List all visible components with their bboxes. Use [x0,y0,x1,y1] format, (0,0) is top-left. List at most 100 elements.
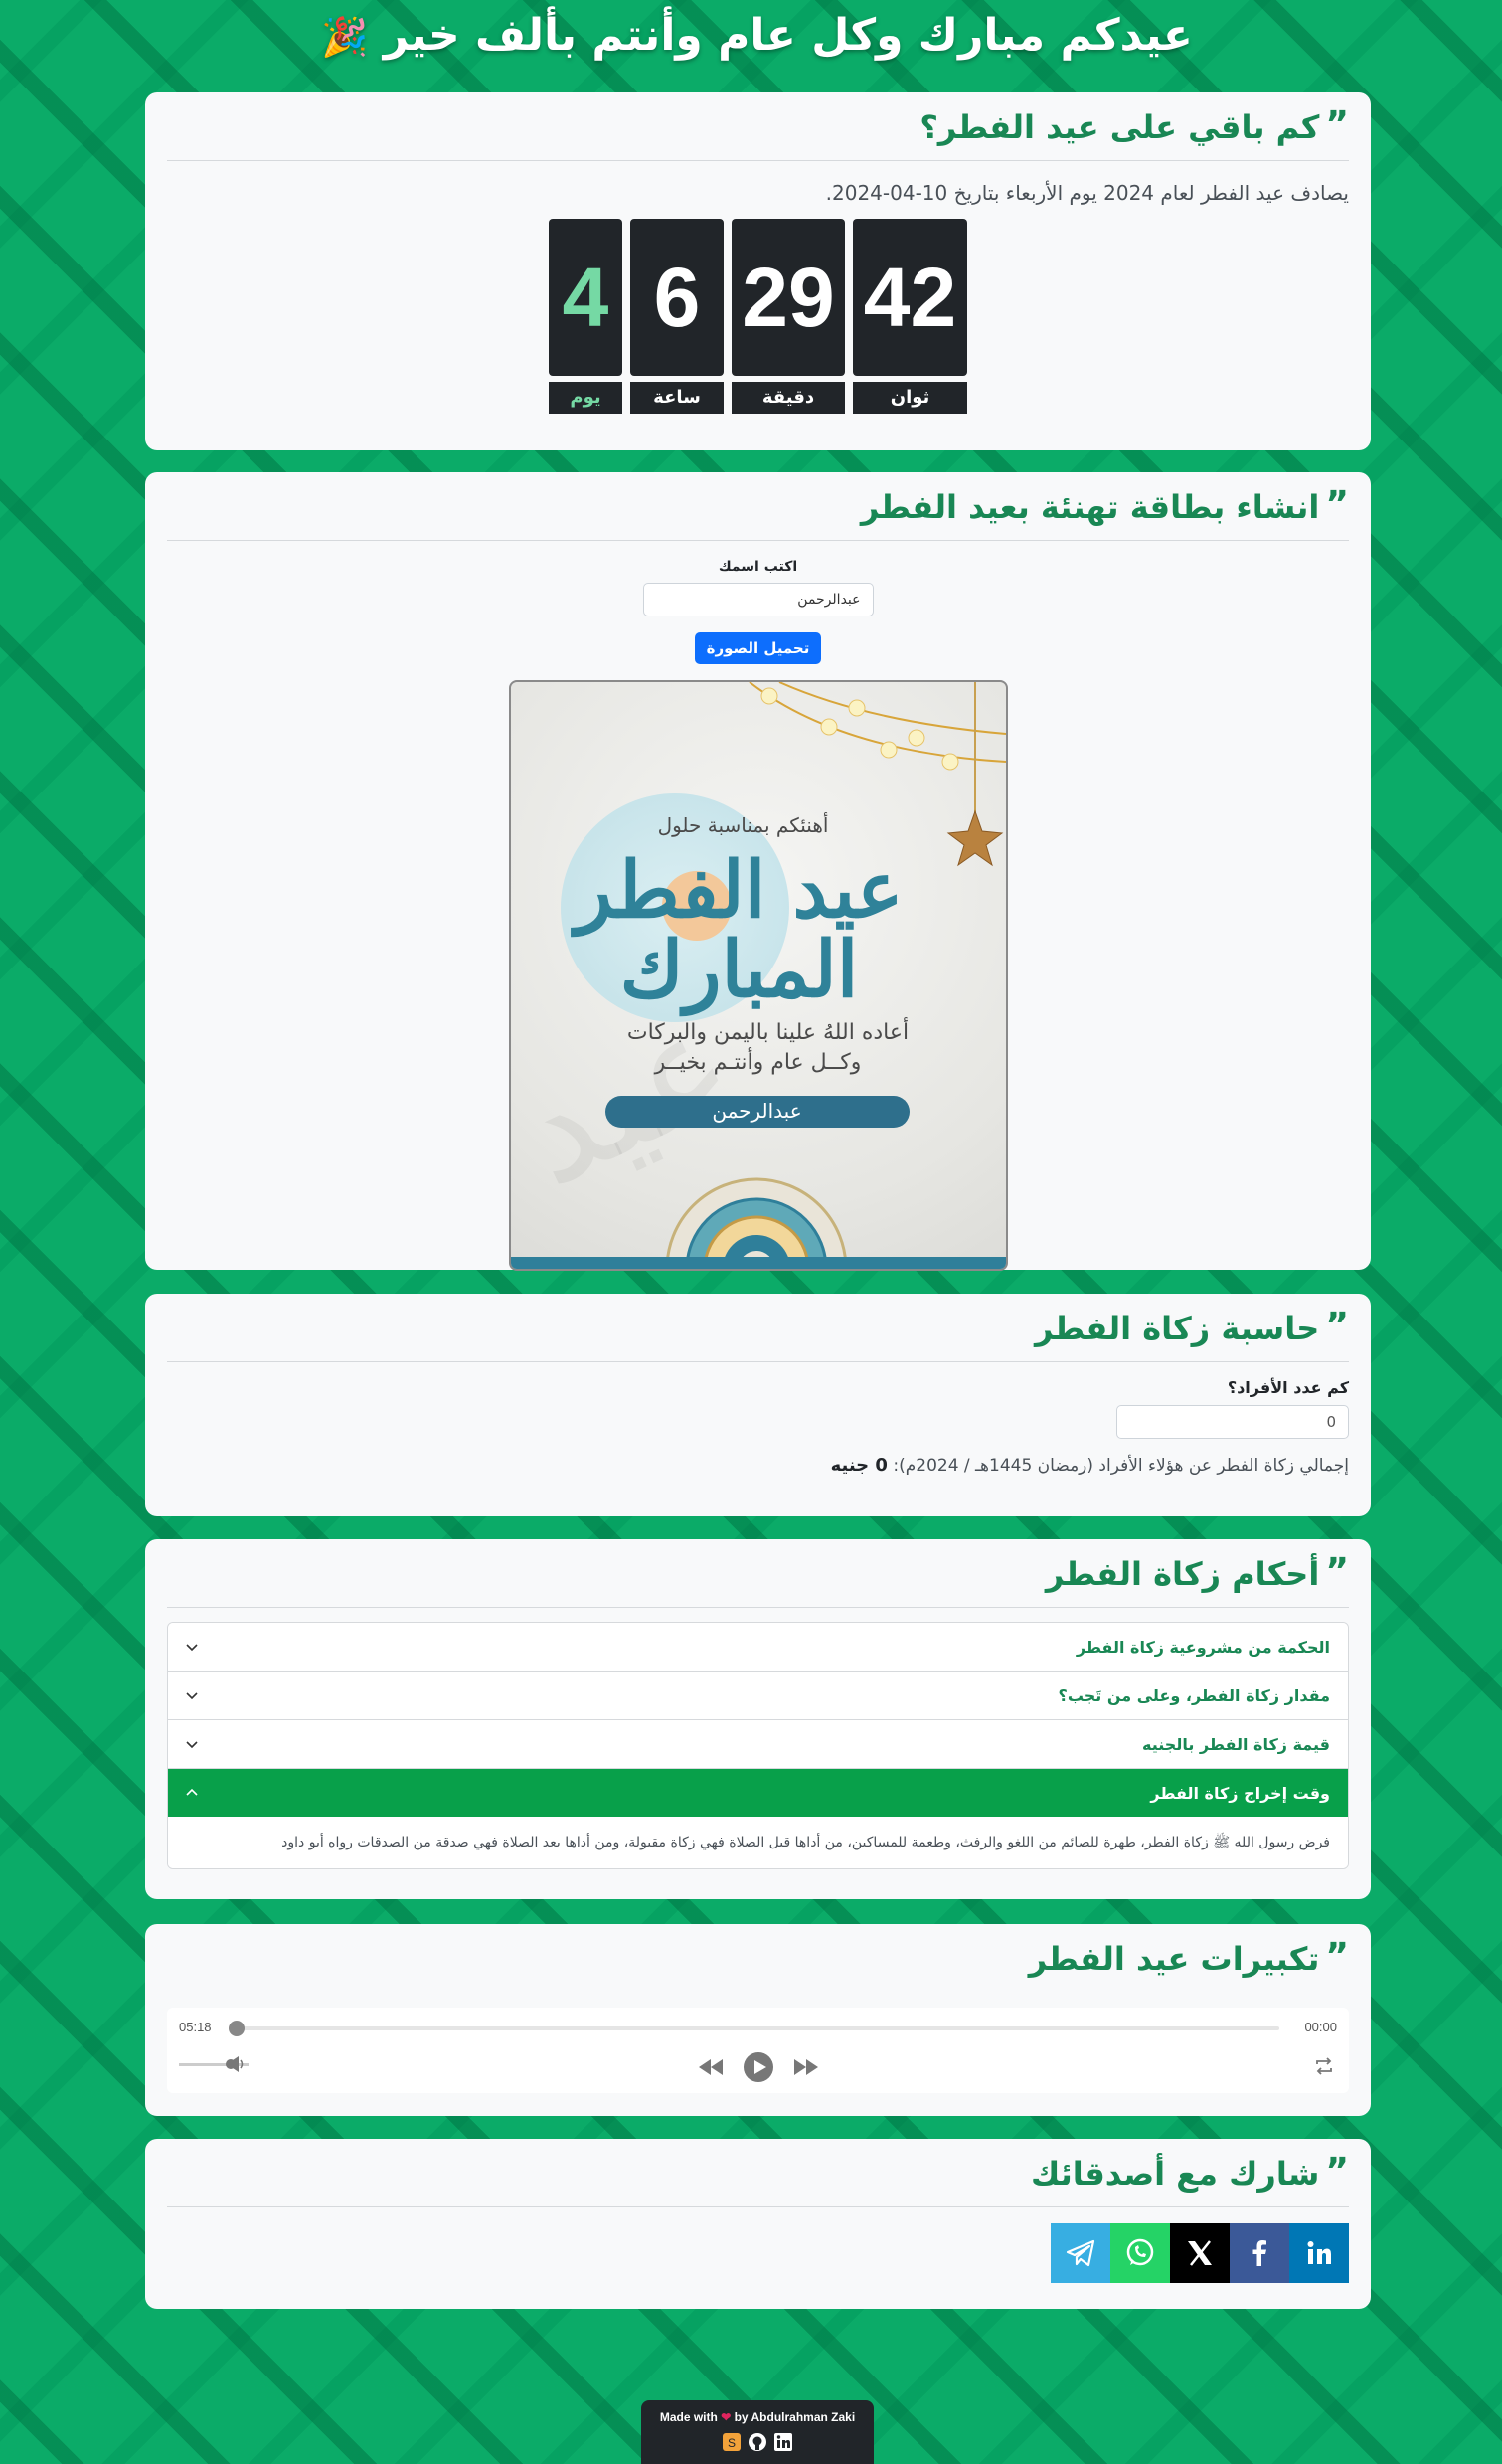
zakat-rules-title-text: أحكام زكاة الفطر [1045,1555,1320,1593]
hanging-star-icon [946,682,1003,867]
quote-icon: ” [1325,1306,1349,1346]
accordion-item: الحكمة من مشروعية زكاة الفطر [168,1623,1348,1672]
accordion-body: فرض رسول الله ﷺ زكاة الفطر، طهرة للصائم … [168,1817,1348,1868]
countdown-hours: 6 ساعة [630,219,724,414]
card-intro-text: أهنئكم بمناسبة حلول [657,813,829,837]
footer-links: S [641,2432,874,2452]
footer-author[interactable]: by Abdulrahman Zaki [735,2410,856,2424]
footer-credit: Made with ❤ by Abdulrahman Zaki [641,2410,874,2424]
share-title: ”شارك مع أصدقائك [167,2139,1349,2207]
card-generator-title-text: انشاء بطاقة تهنئة بعيد الفطر [860,488,1320,526]
minutes-label: دقيقة [732,382,845,414]
quote-icon: ” [1325,1551,1349,1592]
audio-duration: 05:18 [179,2020,212,2034]
card-generator: ”انشاء بطاقة تهنئة بعيد الفطر اكتب اسمك … [145,472,1371,1271]
zakat-rules-title: ”أحكام زكاة الفطر [167,1539,1349,1608]
github-icon[interactable] [748,2432,767,2452]
countdown-card: ”كم باقي على عيد الفطر؟ يصادف عيد الفطر … [145,92,1371,450]
facebook-share-button[interactable] [1230,2223,1289,2283]
play-icon[interactable] [743,2051,774,2083]
heart-icon: ❤ [721,2410,732,2424]
share-card: ”شارك مع أصدقائك [145,2139,1371,2309]
rewind-icon[interactable] [697,2055,725,2079]
zakat-total: إجمالي زكاة الفطر عن هؤلاء الأفراد (رمضا… [167,1455,1349,1476]
countdown-minutes: 29 دقيقة [732,219,845,414]
accordion-item-open: وقت إخراج زكاة الفطر فرض رسول الله ﷺ زكا… [168,1769,1348,1868]
zakat-calculator: ”حاسبة زكاة الفطر كم عدد الأفراد؟ إجمالي… [145,1294,1371,1516]
people-count-label: كم عدد الأفراد؟ [1227,1378,1349,1397]
hanging-lights-icon [748,682,1006,771]
svg-text:S: S [728,2436,736,2450]
card-name-bar: عبدالرحمن [604,1096,910,1128]
repeat-icon[interactable] [1313,2055,1335,2077]
name-label: اكتب اسمك [718,559,798,575]
accordion-header[interactable]: الحكمة من مشروعية زكاة الفطر [168,1623,1348,1671]
download-image-button[interactable]: تحميل الصورة [694,632,822,664]
fast-forward-icon[interactable] [792,2055,820,2079]
card-line-1: أعاده اللهُ علينا باليمن والبركات [626,1020,910,1045]
accordion-header-label: قيمة زكاة الفطر بالجنيه [1142,1734,1330,1754]
accordion-header[interactable]: قيمة زكاة الفطر بالجنيه [168,1720,1348,1768]
quote-icon: ” [1325,484,1349,525]
stackoverflow-icon[interactable]: S [722,2432,742,2452]
people-count-input[interactable] [1116,1405,1349,1439]
telegram-icon [1066,2239,1095,2267]
facebook-icon [1252,2240,1266,2266]
card-line-2: وكــل عام وأنتـم بخيــر [654,1050,862,1075]
zakat-rules: ”أحكام زكاة الفطر الحكمة من مشروعية زكاة… [145,1539,1371,1899]
zakat-calculator-title-text: حاسبة زكاة الفطر [1035,1310,1320,1347]
countdown-timer: 42 ثوان 29 دقيقة 6 ساعة 4 يوم [167,219,1349,414]
linkedin-icon[interactable] [773,2432,793,2452]
quote-icon: ” [1325,1936,1349,1977]
share-buttons [167,2223,1349,2283]
chevron-down-icon [186,1692,198,1700]
quote-icon: ” [1325,2151,1349,2192]
takbeerat-title: ”تكبيرات عيد الفطر [167,1924,1349,1992]
audio-progress-thumb[interactable] [229,2021,245,2036]
name-form: اكتب اسمك تحميل الصورة [167,559,1349,664]
page-title-text: عيدكم مبارك وكل عام وأنتم بألف خير [383,10,1193,61]
x-share-button[interactable] [1170,2223,1230,2283]
accordion-item: مقدار زكاة الفطر، وعلى من تَجب؟ [168,1672,1348,1720]
seconds-label: ثوان [853,382,967,414]
accordion-header[interactable]: مقدار زكاة الفطر، وعلى من تَجب؟ [168,1672,1348,1719]
card-generator-title: ”انشاء بطاقة تهنئة بعيد الفطر [167,472,1349,541]
chevron-up-icon [186,1788,198,1796]
party-popper-icon: 🎉 [321,15,369,59]
name-input[interactable] [642,583,874,616]
accordion-header-active[interactable]: وقت إخراج زكاة الفطر [168,1769,1348,1817]
mandala-ornament-icon [665,1177,847,1269]
accordion-header-label: الحكمة من مشروعية زكاة الفطر [1076,1637,1330,1657]
zakat-total-label: إجمالي زكاة الفطر عن هؤلاء الأفراد (رمضا… [893,1456,1349,1476]
x-icon [1188,2240,1212,2266]
eid-date-text: يصادف عيد الفطر لعام 2024 يوم الأربعاء ب… [825,181,1349,205]
share-title-text: شارك مع أصدقائك [1030,2155,1320,2193]
chevron-down-icon [186,1644,198,1652]
audio-progress-bar[interactable] [229,2021,1279,2036]
audio-controls [167,2051,1349,2083]
audio-current-time: 00:00 [1304,2020,1337,2034]
chevron-down-icon [186,1741,198,1749]
whatsapp-icon [1126,2238,1154,2266]
accordion-header-label: وقت إخراج زكاة الفطر [1150,1783,1330,1803]
countdown-title: ”كم باقي على عيد الفطر؟ [167,92,1349,161]
page-title: عيدكم مبارك وكل عام وأنتم بألف خير 🎉 [0,10,1502,61]
greeting-card-preview: عيد أهنئكم بمناسبة حلول عيد الفطر المبار… [508,680,1008,1271]
telegram-share-button[interactable] [1051,2223,1110,2283]
whatsapp-share-button[interactable] [1110,2223,1170,2283]
zakat-calculator-title: ”حاسبة زكاة الفطر [167,1294,1349,1362]
countdown-seconds: 42 ثوان [853,219,967,414]
accordion-header-label: مقدار زكاة الفطر، وعلى من تَجب؟ [1058,1685,1330,1705]
footer-made-with: Made with [659,2410,718,2424]
card-bottom-band [510,1257,1006,1269]
footer: Made with ❤ by Abdulrahman Zaki S [641,2400,874,2464]
hours-value: 6 [630,219,724,376]
quote-icon: ” [1325,104,1349,145]
minutes-value: 29 [732,219,845,376]
hours-label: ساعة [630,382,724,414]
linkedin-share-button[interactable] [1289,2223,1349,2283]
countdown-title-text: كم باقي على عيد الفطر؟ [919,108,1320,146]
days-label: يوم [549,382,622,414]
accordion-item: قيمة زكاة الفطر بالجنيه [168,1720,1348,1769]
audio-player: 05:18 00:00 [167,2008,1349,2093]
